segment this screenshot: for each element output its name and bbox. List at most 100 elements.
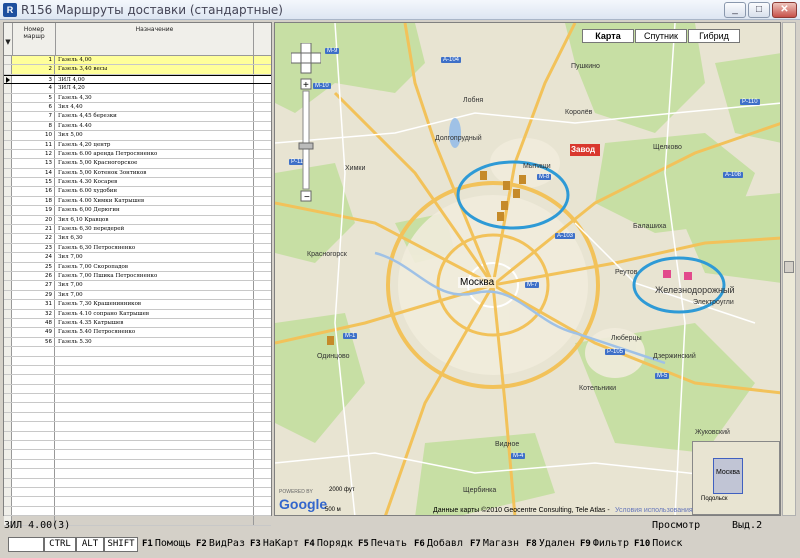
row-marker[interactable] <box>4 300 12 309</box>
table-row[interactable]: 18 Газель 4.00 Химки Катрышев <box>4 196 271 207</box>
function-key-f7[interactable]: F7 Магазн <box>470 538 519 549</box>
table-row[interactable]: 4 ЗИЛ 4,20 <box>4 84 271 94</box>
function-key-f2[interactable]: F2 ВидРаз <box>196 538 245 549</box>
route-number-cell[interactable]: 23 <box>12 243 55 253</box>
function-key-f8[interactable]: F8 Удален <box>526 538 575 549</box>
route-number-cell[interactable]: 8 <box>12 121 55 131</box>
map-scrollbar[interactable] <box>782 22 796 516</box>
row-marker[interactable] <box>4 159 12 168</box>
row-marker[interactable] <box>4 271 12 281</box>
destination-cell[interactable]: Газель 4.40 <box>56 121 254 131</box>
destination-cell[interactable]: Газель 5,00 Котенок Зонтиков <box>56 168 254 178</box>
table-row[interactable]: 3 ЗИЛ 4,00 <box>4 74 271 85</box>
route-number-cell[interactable]: 15 <box>12 178 55 187</box>
route-number-cell[interactable]: 1 <box>12 56 55 65</box>
destination-cell[interactable]: Газель 5.30 <box>56 337 254 347</box>
row-marker[interactable] <box>4 309 12 318</box>
table-row[interactable]: 15 Газель 4.30 Косарев <box>4 178 271 188</box>
function-key-f5[interactable]: F5 Печать <box>358 538 407 549</box>
destination-cell[interactable]: Зил 6,30 <box>56 234 254 243</box>
table-row[interactable]: 32 Газель 4.10 сопрано Катрышев <box>4 309 271 319</box>
function-key-f10[interactable]: F10 Поиск <box>634 538 682 549</box>
row-marker[interactable] <box>4 131 12 140</box>
destination-cell[interactable]: Газель 7,30 Крашенинников <box>56 300 254 309</box>
route-number-cell[interactable]: 6 <box>12 102 55 112</box>
destination-cell[interactable]: Газель 4.10 сопрано Катрышев <box>56 309 254 318</box>
table-row[interactable]: 12 Газель 6.00 аренда Петросяненко <box>4 149 271 160</box>
row-marker[interactable] <box>4 328 12 337</box>
route-number-cell[interactable]: 29 <box>12 290 55 300</box>
column-header-destination[interactable]: Назначение <box>56 23 254 56</box>
table-row[interactable]: 21 Газель 6,30 передерей <box>4 225 271 235</box>
table-row[interactable]: 19 Газель 6,00 Дерюгин <box>4 206 271 216</box>
destination-cell[interactable]: Газель 5.40 Петросяненко <box>56 328 254 337</box>
table-row[interactable]: 27 Зил 7,00 <box>4 281 271 291</box>
key-input-box[interactable] <box>8 537 44 552</box>
destination-cell[interactable]: Зил 4,40 <box>56 102 254 112</box>
destination-cell[interactable]: ЗИЛ 4,20 <box>56 84 254 93</box>
table-row[interactable]: 29 Зил 7,00 <box>4 290 271 301</box>
row-marker[interactable] <box>4 112 12 121</box>
map-type-button-satellite[interactable]: Спутник <box>635 29 687 43</box>
function-key-f4[interactable]: F4 Порядк <box>304 538 353 549</box>
destination-cell[interactable]: Газель 6,30 Петросяненко <box>56 243 254 253</box>
destination-cell[interactable]: Газель 4,20 центр <box>56 140 254 149</box>
route-number-cell[interactable]: 2 <box>12 65 55 74</box>
table-row[interactable]: 56 Газель 5.30 <box>4 337 271 348</box>
table-row[interactable]: 31 Газель 7,30 Крашенинников <box>4 300 271 310</box>
alt-key[interactable]: ALT <box>76 537 104 552</box>
table-row[interactable]: 23 Газель 6,30 Петросяненко <box>4 243 271 254</box>
row-marker[interactable] <box>4 253 12 262</box>
route-number-cell[interactable]: 21 <box>12 225 55 234</box>
destination-cell[interactable]: Газель 4,30 <box>56 93 254 102</box>
destination-cell[interactable]: Газель 3,40 весы <box>56 65 254 74</box>
plant-label[interactable]: Завод <box>571 145 595 154</box>
row-marker[interactable] <box>4 140 12 149</box>
table-row[interactable]: 14 Газель 5,00 Котенок Зонтиков <box>4 168 271 179</box>
row-marker[interactable] <box>4 234 12 243</box>
route-number-cell[interactable]: 4 <box>12 84 55 93</box>
route-number-cell[interactable]: 24 <box>12 253 55 262</box>
destination-cell[interactable]: Газель 4.00 Химки Катрышев <box>56 196 254 206</box>
row-marker[interactable] <box>4 290 12 300</box>
routes-grid[interactable]: ▼ Номер маршр Назначение 1 Газель 4,00 2 Га… <box>3 22 272 526</box>
row-marker[interactable] <box>4 56 12 65</box>
destination-cell[interactable]: Газель 7,00 Пшика Петросяненко <box>56 271 254 281</box>
scrollbar-thumb[interactable] <box>784 261 794 273</box>
destination-cell[interactable]: Зил 7,00 <box>56 253 254 262</box>
table-row[interactable]: 22 Зил 6,30 <box>4 234 271 244</box>
column-header-number[interactable]: Номер маршр <box>13 23 56 56</box>
row-marker[interactable] <box>4 121 12 131</box>
route-number-cell[interactable]: 56 <box>12 337 55 347</box>
route-number-cell[interactable]: 27 <box>12 281 55 290</box>
destination-cell[interactable]: Газель 5,00 Красногорское <box>56 159 254 168</box>
table-row[interactable]: 16 Газель 6.00 худобин <box>4 187 271 197</box>
table-row[interactable]: 7 Газель 4,45 березки <box>4 112 271 122</box>
table-row[interactable]: 5 Газель 4,30 <box>4 93 271 103</box>
maximize-button[interactable]: □ <box>748 2 770 18</box>
filter-icon[interactable]: ▼ <box>4 23 13 56</box>
destination-cell[interactable]: Газель 6.00 худобин <box>56 187 254 196</box>
destination-cell[interactable]: ЗИЛ 4,00 <box>56 75 254 84</box>
row-marker[interactable] <box>4 187 12 196</box>
destination-cell[interactable]: Зил 6,10 Кравцов <box>56 215 254 225</box>
route-number-cell[interactable]: 7 <box>12 112 55 121</box>
function-key-f1[interactable]: F1 Помощь <box>142 538 191 549</box>
ctrl-key[interactable]: CTRL <box>44 537 76 552</box>
destination-cell[interactable]: Газель 6,00 Дерюгин <box>56 206 254 215</box>
route-number-cell[interactable]: 49 <box>12 328 55 337</box>
route-number-cell[interactable]: 19 <box>12 206 55 215</box>
table-row[interactable]: 11 Газель 4,20 центр <box>4 140 271 150</box>
table-row[interactable]: 48 Газель 4.35 Катрышев <box>4 318 271 329</box>
route-number-cell[interactable]: 31 <box>12 300 55 309</box>
row-marker[interactable] <box>4 243 12 253</box>
row-marker[interactable] <box>4 225 12 234</box>
destination-cell[interactable]: Газель 4.35 Катрышев <box>56 318 254 328</box>
destination-cell[interactable]: Газель 4.30 Косарев <box>56 178 254 187</box>
route-number-cell[interactable]: 20 <box>12 215 55 225</box>
row-marker[interactable] <box>4 168 12 178</box>
table-row[interactable]: 1 Газель 4,00 <box>4 56 271 66</box>
row-marker[interactable] <box>4 178 12 187</box>
destination-cell[interactable]: Зил 7,00 <box>56 290 254 300</box>
table-row[interactable]: 24 Зил 7,00 <box>4 253 271 263</box>
